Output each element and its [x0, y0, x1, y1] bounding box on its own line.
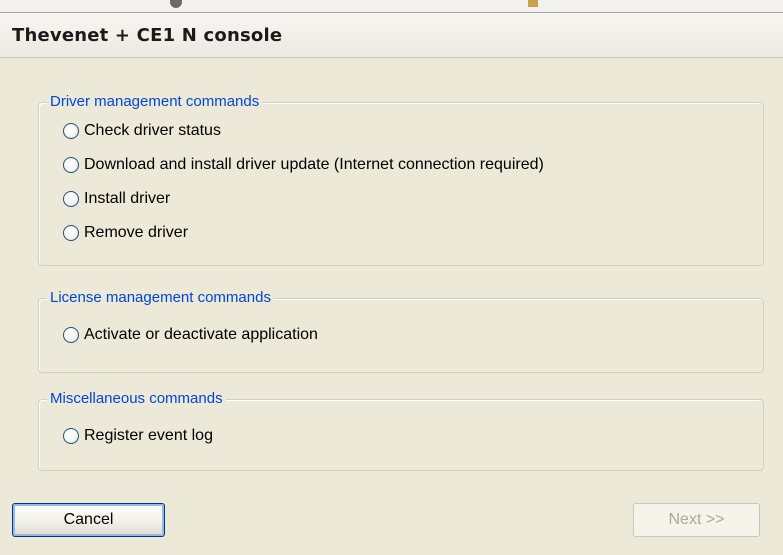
radio-button-icon[interactable]	[63, 428, 79, 444]
radio-activate-deactivate[interactable]: Activate or deactivate application	[63, 323, 318, 347]
group-driver-management: Driver management commands Check driver …	[38, 93, 764, 266]
dialog-body: Driver management commands Check driver …	[0, 58, 783, 555]
group-legend-license-management: License management commands	[47, 289, 274, 307]
radio-label[interactable]: Download and install driver update (Inte…	[84, 156, 544, 174]
window-title: Thevenet + CE1 N console	[12, 25, 283, 46]
group-legend-driver-management: Driver management commands	[47, 93, 263, 111]
radio-label[interactable]: Install driver	[84, 190, 170, 208]
desktop-strip	[0, 0, 783, 12]
radio-button-icon[interactable]	[63, 327, 79, 343]
group-miscellaneous: Miscellaneous commands Register event lo…	[38, 390, 764, 471]
group-legend-miscellaneous: Miscellaneous commands	[47, 390, 226, 408]
radio-download-install-update[interactable]: Download and install driver update (Inte…	[63, 153, 544, 177]
radio-label[interactable]: Check driver status	[84, 122, 221, 140]
title-bar[interactable]: Thevenet + CE1 N console	[0, 13, 783, 58]
radio-button-icon[interactable]	[63, 191, 79, 207]
radio-label[interactable]: Remove driver	[84, 224, 188, 242]
radio-check-driver-status[interactable]: Check driver status	[63, 119, 221, 143]
radio-remove-driver[interactable]: Remove driver	[63, 221, 188, 245]
radio-button-icon[interactable]	[63, 225, 79, 241]
radio-install-driver[interactable]: Install driver	[63, 187, 170, 211]
radio-label[interactable]: Register event log	[84, 427, 213, 445]
desktop-fragment	[528, 0, 538, 7]
radio-label[interactable]: Activate or deactivate application	[84, 326, 318, 344]
next-button[interactable]: Next >>	[633, 503, 760, 537]
console-window: Thevenet + CE1 N console Driver manageme…	[0, 12, 783, 555]
group-license-management: License management commands Activate or …	[38, 289, 764, 373]
radio-register-event-log[interactable]: Register event log	[63, 424, 213, 448]
desktop-fragment	[170, 0, 182, 8]
radio-button-icon[interactable]	[63, 157, 79, 173]
screen: Thevenet + CE1 N console Driver manageme…	[0, 0, 783, 555]
cancel-button[interactable]: Cancel	[12, 503, 165, 537]
radio-button-icon[interactable]	[63, 123, 79, 139]
